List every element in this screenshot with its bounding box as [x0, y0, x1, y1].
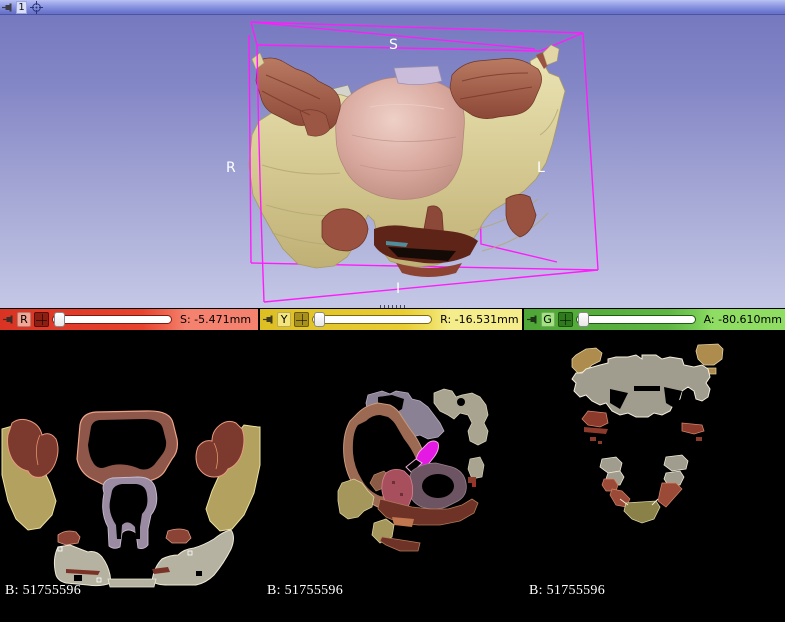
view3d-viewport[interactable]: S R L I	[0, 15, 785, 305]
slider-groove[interactable]	[576, 315, 696, 324]
slice-controller-row: R S: -5.471mm Y R: -16.531mm G	[0, 308, 785, 331]
crosshair-icon[interactable]	[34, 312, 49, 327]
crosshair-icon[interactable]	[30, 1, 43, 14]
crosshair-icon[interactable]	[558, 312, 573, 327]
slider-handle[interactable]	[54, 312, 65, 327]
orientation-label-superior: S	[389, 37, 398, 53]
pin-icon[interactable]	[2, 2, 13, 13]
pane-splitter[interactable]	[0, 305, 785, 308]
coronal-slice-image	[524, 331, 785, 621]
slice-controller-green[interactable]: G A: -80.610mm	[524, 309, 785, 330]
pin-icon[interactable]	[3, 314, 14, 325]
slice-view-green[interactable]: B: 51755596	[524, 331, 785, 621]
orientation-label-right: R	[226, 160, 236, 176]
view3d-controller-bar[interactable]: 1	[0, 0, 785, 15]
slice-view-row: B: 51755596	[0, 331, 785, 621]
slider-groove[interactable]	[312, 315, 432, 324]
sagittal-slice-image	[262, 331, 524, 621]
slider-groove[interactable]	[52, 315, 172, 324]
slice-controller-red[interactable]: R S: -5.471mm	[0, 309, 258, 330]
crosshair-icon[interactable]	[294, 312, 309, 327]
orientation-label-left: L	[537, 160, 545, 176]
slider-handle[interactable]	[578, 312, 589, 327]
view-label-badge: 1	[16, 1, 27, 14]
slider-handle[interactable]	[314, 312, 325, 327]
slice-view-label: G	[541, 312, 555, 327]
slice-view-yellow[interactable]: B: 51755596	[262, 331, 524, 621]
corner-annotation: B: 51755596	[5, 583, 81, 599]
view3d-scene: S R L I	[0, 15, 785, 305]
slice-view-label: Y	[277, 312, 291, 327]
corner-annotation: B: 51755596	[267, 583, 343, 599]
slice-view-red[interactable]: B: 51755596	[0, 331, 262, 621]
pin-icon[interactable]	[263, 314, 274, 325]
corner-annotation: B: 51755596	[529, 583, 605, 599]
slice-view-label: R	[17, 312, 31, 327]
pin-icon[interactable]	[527, 314, 538, 325]
slice-offset-slider[interactable]	[576, 311, 696, 328]
orientation-label-inferior: I	[396, 281, 400, 297]
segmentation-model	[249, 45, 565, 277]
slice-offset-slider[interactable]	[312, 311, 432, 328]
slice-offset-value: S: -5.471mm	[180, 313, 251, 326]
slice-offset-value: R: -16.531mm	[440, 313, 518, 326]
axial-slice-image	[0, 331, 262, 621]
slice-offset-value: A: -80.610mm	[704, 313, 782, 326]
slice-offset-slider[interactable]	[52, 311, 172, 328]
splitter-handle-icon[interactable]	[380, 305, 406, 308]
slicer-layout: 1	[0, 0, 785, 622]
slice-controller-yellow[interactable]: Y R: -16.531mm	[260, 309, 521, 330]
